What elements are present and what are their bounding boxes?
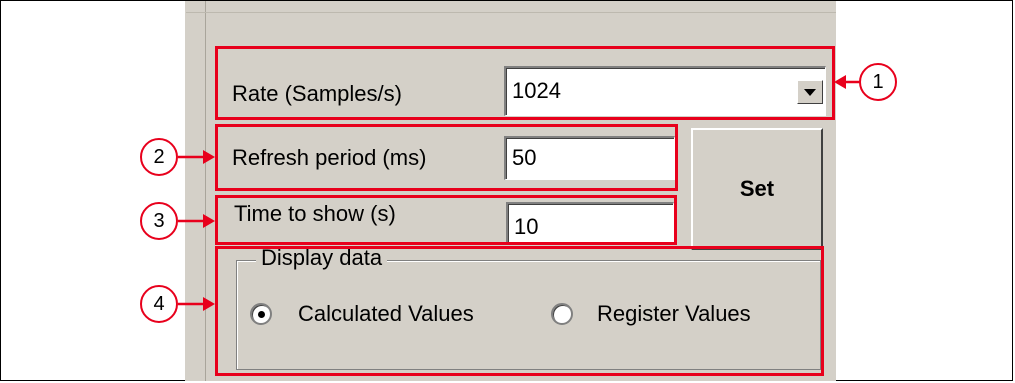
callout-3: 3 xyxy=(140,202,178,240)
panel-top-divider xyxy=(186,12,836,13)
arrow-right-icon xyxy=(178,150,215,164)
highlight-box-4 xyxy=(215,246,824,376)
arrow-right-icon xyxy=(178,214,215,228)
highlight-box-2 xyxy=(215,124,678,191)
panel-divider xyxy=(205,1,206,381)
arrow-right-icon xyxy=(178,297,215,311)
callout-2: 2 xyxy=(140,138,178,176)
set-button[interactable]: Set xyxy=(691,128,823,250)
highlight-box-3 xyxy=(215,195,677,245)
arrow-left-icon xyxy=(834,75,860,89)
highlight-box-1 xyxy=(215,46,835,120)
callout-1: 1 xyxy=(859,63,897,101)
callout-4: 4 xyxy=(140,285,178,323)
